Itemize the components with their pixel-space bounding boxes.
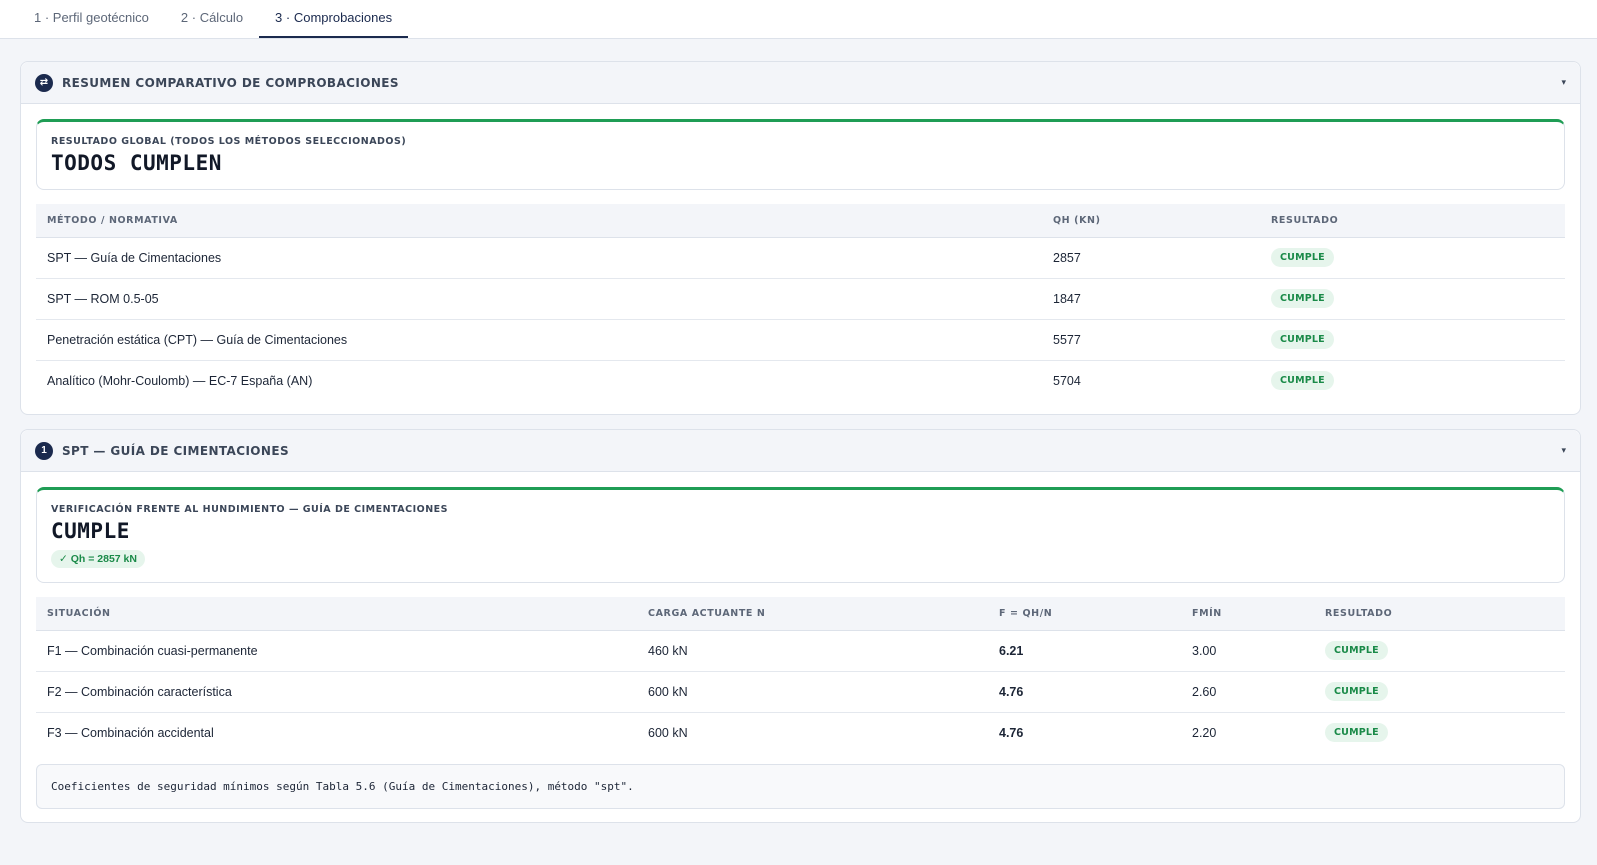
column-header-qh: QH (KN): [1042, 204, 1260, 238]
tab-bar: 1 · Perfil geotécnico 2 · Cálculo 3 · Co…: [0, 0, 1597, 39]
column-header-load: CARGA ACTUANTE N: [637, 597, 988, 631]
status-badge: CUMPLE: [1271, 289, 1334, 308]
status-badge: CUMPLE: [1325, 682, 1388, 701]
summary-table: MÉTODO / NORMATIVA QH (KN) RESULTADO SPT…: [36, 204, 1565, 401]
table-row: Analítico (Mohr-Coulomb) — EC-7 España (…: [36, 360, 1565, 401]
spt-panel: 1 SPT — GUÍA DE CIMENTACIONES ▾ VERIFICA…: [20, 429, 1581, 823]
status-badge: CUMPLE: [1271, 330, 1334, 349]
result-cell: CUMPLE: [1314, 671, 1565, 713]
situation-cell: F2 — Combinación característica: [36, 671, 637, 713]
situation-cell: F1 — Combinación cuasi-permanente: [36, 630, 637, 672]
f-cell: 6.21: [988, 630, 1181, 672]
situation-cell: F3 — Combinación accidental: [47, 725, 214, 740]
result-cell: CUMPLE: [1260, 278, 1565, 320]
method-cell: SPT — Guía de Cimentaciones: [36, 237, 1042, 279]
f-cell: 4.76: [999, 725, 1024, 740]
spt-panel-title: SPT — GUÍA DE CIMENTACIONES: [62, 443, 289, 458]
column-header-method: MÉTODO / NORMATIVA: [36, 204, 1042, 238]
summary-panel-body: RESULTADO GLOBAL (TODOS LOS MÉTODOS SELE…: [21, 104, 1580, 414]
column-header-f: F = QH/N: [988, 597, 1181, 631]
status-badge: CUMPLE: [1271, 371, 1334, 391]
column-header-fmin: FMÍN: [1181, 597, 1314, 631]
global-result-card: RESULTADO GLOBAL (TODOS LOS MÉTODOS SELE…: [36, 119, 1565, 190]
qh-cell: 5704: [1053, 373, 1081, 388]
f-cell: 4.76: [988, 671, 1181, 713]
method-cell: Analítico (Mohr-Coulomb) — EC-7 España (…: [47, 373, 313, 388]
column-header-result: RESULTADO: [1314, 597, 1565, 631]
verification-result-value: CUMPLE: [51, 519, 130, 543]
table-row: Penetración estática (CPT) — Guía de Cim…: [36, 319, 1565, 361]
status-badge: CUMPLE: [1271, 248, 1334, 267]
summary-panel-header[interactable]: ⇄ RESUMEN COMPARATIVO DE COMPROBACIONES …: [21, 62, 1580, 104]
number-badge: 1: [35, 441, 53, 460]
table-row: SPT — Guía de Cimentaciones 2857 CUMPLE: [36, 237, 1565, 279]
load-cell: 600 kN: [648, 725, 688, 740]
chevron-down-icon[interactable]: ▾: [1561, 445, 1566, 456]
situations-table-header: SITUACIÓN CARGA ACTUANTE N F = QH/N FMÍN…: [36, 597, 1565, 631]
status-badge: CUMPLE: [1325, 723, 1388, 743]
chevron-down-icon[interactable]: ▾: [1561, 77, 1566, 88]
summary-table-header: MÉTODO / NORMATIVA QH (KN) RESULTADO: [36, 204, 1565, 238]
fmin-cell: 3.00: [1181, 630, 1314, 672]
summary-panel-title: RESUMEN COMPARATIVO DE COMPROBACIONES: [62, 75, 399, 90]
spt-panel-header[interactable]: 1 SPT — GUÍA DE CIMENTACIONES ▾: [21, 430, 1580, 472]
situations-table: SITUACIÓN CARGA ACTUANTE N F = QH/N FMÍN…: [36, 597, 1565, 753]
result-cell: CUMPLE: [1260, 360, 1565, 401]
column-header-result: RESULTADO: [1260, 204, 1565, 238]
tab-perfil-geotecnico[interactable]: 1 · Perfil geotécnico: [18, 0, 165, 38]
fmin-cell: 2.20: [1192, 725, 1217, 740]
qh-cell: 5577: [1042, 319, 1260, 361]
qh-pill: ✓ Qh = 2857 kN: [51, 550, 145, 568]
result-cell: CUMPLE: [1260, 319, 1565, 361]
method-cell: Penetración estática (CPT) — Guía de Cim…: [36, 319, 1042, 361]
qh-cell: 2857: [1042, 237, 1260, 279]
verification-result-card: VERIFICACIÓN FRENTE AL HUNDIMIENTO — GUÍ…: [36, 487, 1565, 583]
global-result-value: TODOS CUMPLEN: [51, 151, 222, 175]
column-header-situation: SITUACIÓN: [36, 597, 637, 631]
load-cell: 460 kN: [637, 630, 988, 672]
method-cell: SPT — ROM 0.5-05: [36, 278, 1042, 320]
table-row: F3 — Combinación accidental 600 kN 4.76 …: [36, 712, 1565, 753]
spt-panel-body: VERIFICACIÓN FRENTE AL HUNDIMIENTO — GUÍ…: [21, 472, 1580, 822]
table-row: F2 — Combinación característica 600 kN 4…: [36, 671, 1565, 713]
global-result-label: RESULTADO GLOBAL (TODOS LOS MÉTODOS SELE…: [51, 136, 407, 147]
tab-calculo[interactable]: 2 · Cálculo: [165, 0, 259, 38]
fmin-cell: 2.60: [1181, 671, 1314, 713]
verification-result-label: VERIFICACIÓN FRENTE AL HUNDIMIENTO — GUÍ…: [51, 504, 448, 515]
summary-panel: ⇄ RESUMEN COMPARATIVO DE COMPROBACIONES …: [20, 61, 1581, 415]
swap-arrows-icon: ⇄: [35, 73, 53, 92]
table-row: F1 — Combinación cuasi-permanente 460 kN…: [36, 630, 1565, 672]
status-badge: CUMPLE: [1325, 641, 1388, 660]
result-cell: CUMPLE: [1314, 630, 1565, 672]
table-row: SPT — ROM 0.5-05 1847 CUMPLE: [36, 278, 1565, 320]
main-content: ⇄ RESUMEN COMPARATIVO DE COMPROBACIONES …: [0, 39, 1597, 823]
tab-comprobaciones[interactable]: 3 · Comprobaciones: [259, 0, 409, 38]
safety-factors-note: Coeficientes de seguridad mínimos según …: [36, 764, 1565, 809]
load-cell: 600 kN: [637, 671, 988, 713]
result-cell: CUMPLE: [1314, 712, 1565, 753]
qh-cell: 1847: [1042, 278, 1260, 320]
result-cell: CUMPLE: [1260, 237, 1565, 279]
